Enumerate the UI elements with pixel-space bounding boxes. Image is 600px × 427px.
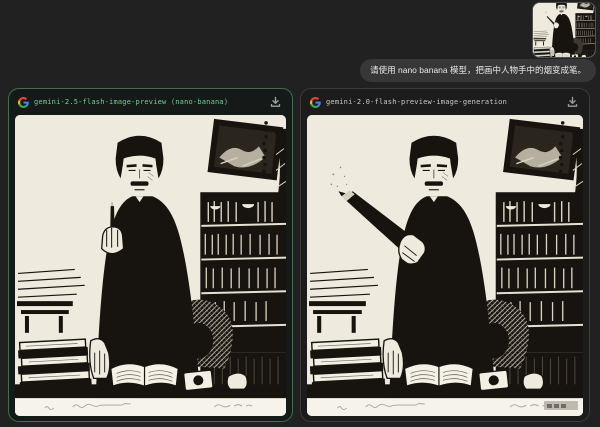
- panel-header: gemini-2.5-flash-image-preview (nano-ban…: [9, 89, 292, 115]
- attachment-image: [533, 3, 595, 57]
- user-message-bubble: 请使用 nano banana 模型，把画中人物手中的烟变成笔。: [360, 59, 596, 82]
- result-panel-nano-banana: gemini-2.5-flash-image-preview (nano-ban…: [8, 88, 293, 422]
- google-g-icon: [310, 97, 321, 108]
- google-g-icon: [18, 97, 29, 108]
- result-panel-flash-2-0: gemini-2.0-flash-preview-image-generatio…: [300, 88, 590, 422]
- model-label: gemini-2.5-flash-image-preview (nano-ban…: [34, 98, 228, 106]
- chat-canvas: 请使用 nano banana 模型，把画中人物手中的烟变成笔。 gemini-…: [0, 0, 600, 427]
- download-button[interactable]: [565, 94, 580, 110]
- user-message-text: 请使用 nano banana 模型，把画中人物手中的烟变成笔。: [370, 65, 586, 75]
- watermark-badge: [544, 401, 578, 410]
- download-button[interactable]: [268, 94, 283, 110]
- attachment-thumbnail[interactable]: [533, 3, 595, 57]
- generated-image-right[interactable]: [307, 115, 583, 416]
- generated-image-left[interactable]: [15, 115, 286, 416]
- model-label: gemini-2.0-flash-preview-image-generatio…: [326, 98, 507, 106]
- panel-header: gemini-2.0-flash-preview-image-generatio…: [301, 89, 589, 115]
